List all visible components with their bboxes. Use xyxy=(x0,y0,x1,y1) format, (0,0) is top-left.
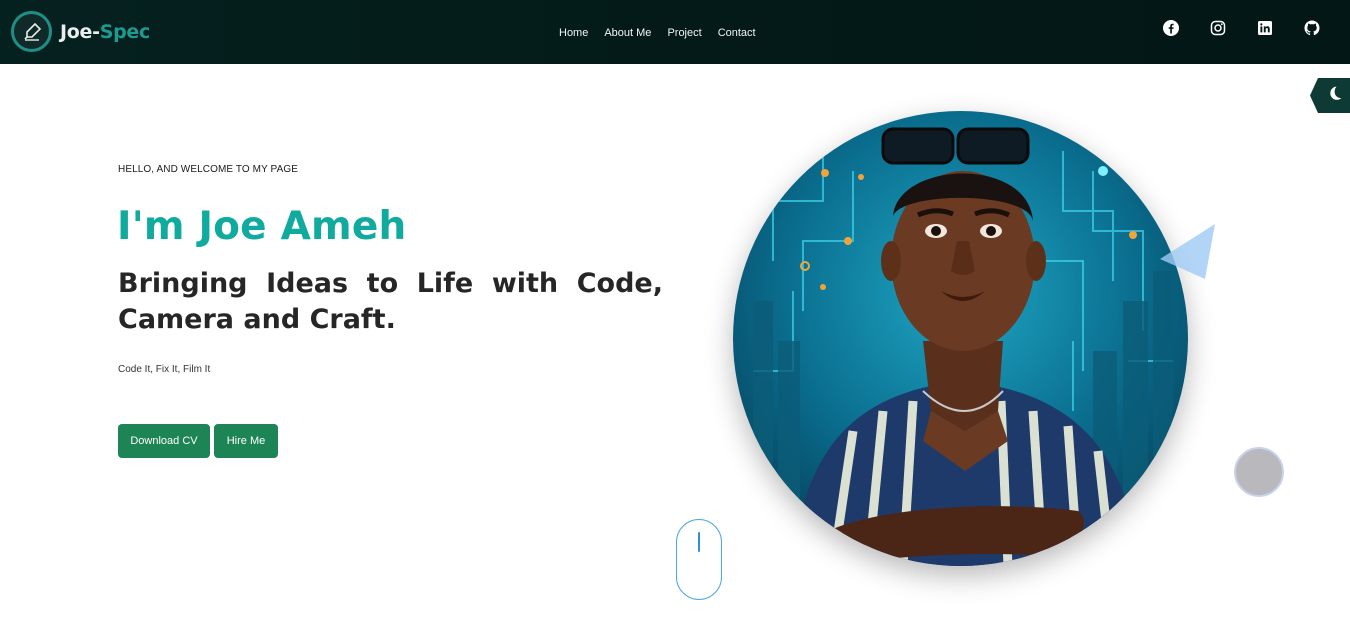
decorative-triangle xyxy=(1160,224,1215,279)
instagram-icon[interactable] xyxy=(1210,20,1226,36)
hero-greeting: HELLO, AND WELCOME TO MY PAGE xyxy=(118,164,298,175)
nav-link-project[interactable]: Project xyxy=(667,27,709,39)
facebook-icon[interactable] xyxy=(1163,20,1179,36)
navbar: Joe-Spec Home About Me Project Contact xyxy=(0,0,1350,64)
brand-logo-link[interactable]: Joe-Spec xyxy=(11,11,150,52)
scroll-down-indicator[interactable] xyxy=(676,519,722,600)
scroll-wheel xyxy=(698,532,700,552)
pen-nib-icon xyxy=(11,11,52,52)
brand-name: Joe-Spec xyxy=(60,20,150,43)
moon-icon xyxy=(1329,85,1345,106)
hero-name: I'm Joe Ameh xyxy=(117,204,407,249)
github-icon[interactable] xyxy=(1304,20,1320,36)
social-links xyxy=(1132,20,1320,36)
hero-subtitle: Code It, Fix It, Film It xyxy=(118,364,211,375)
nav-link-home[interactable]: Home xyxy=(559,27,596,39)
nav-link-about[interactable]: About Me xyxy=(604,27,659,39)
decorative-circle xyxy=(1234,447,1284,497)
theme-toggle-button[interactable] xyxy=(1310,78,1350,113)
nav-link-contact[interactable]: Contact xyxy=(718,27,764,39)
hero-buttons: Download CV Hire Me xyxy=(118,424,278,458)
nav-menu: Home About Me Project Contact xyxy=(559,0,772,64)
download-cv-button[interactable]: Download CV xyxy=(118,424,210,458)
hero-tagline: Bringing Ideas to Life with Code, Camera… xyxy=(118,268,663,335)
linkedin-icon[interactable] xyxy=(1257,20,1273,36)
profile-portrait xyxy=(733,111,1188,566)
hire-me-button[interactable]: Hire Me xyxy=(214,424,278,458)
